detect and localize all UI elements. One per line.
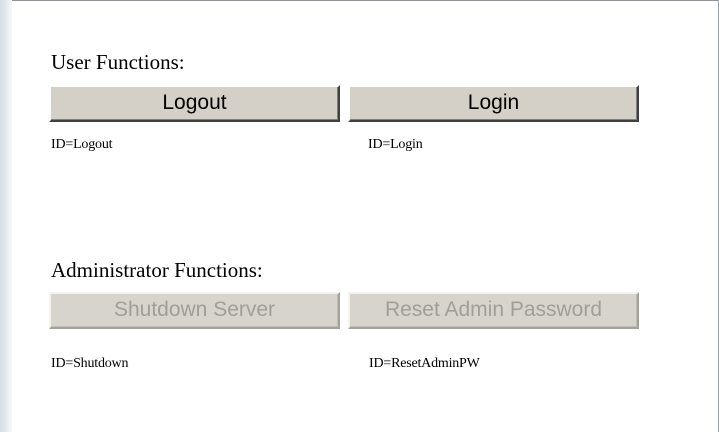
user-functions-heading: User Functions: (51, 50, 185, 74)
reset-admin-pw-id-label: ID=ResetAdminPW (369, 356, 480, 371)
shutdown-id-label: ID=Shutdown (51, 356, 129, 371)
app-window: User Functions: Logout ID=Logout Login I… (0, 0, 719, 432)
logout-id-label: ID=Logout (51, 137, 113, 152)
window-left-frame (0, 0, 12, 432)
login-id-label: ID=Login (368, 137, 423, 152)
administrator-functions-heading: Administrator Functions: (51, 258, 263, 282)
reset-admin-password-button[interactable]: Reset Admin Password (348, 292, 639, 329)
content-area: User Functions: Logout ID=Logout Login I… (12, 1, 718, 432)
login-button[interactable]: Login (348, 85, 639, 122)
shutdown-server-button[interactable]: Shutdown Server (49, 292, 340, 329)
logout-button[interactable]: Logout (49, 85, 340, 122)
